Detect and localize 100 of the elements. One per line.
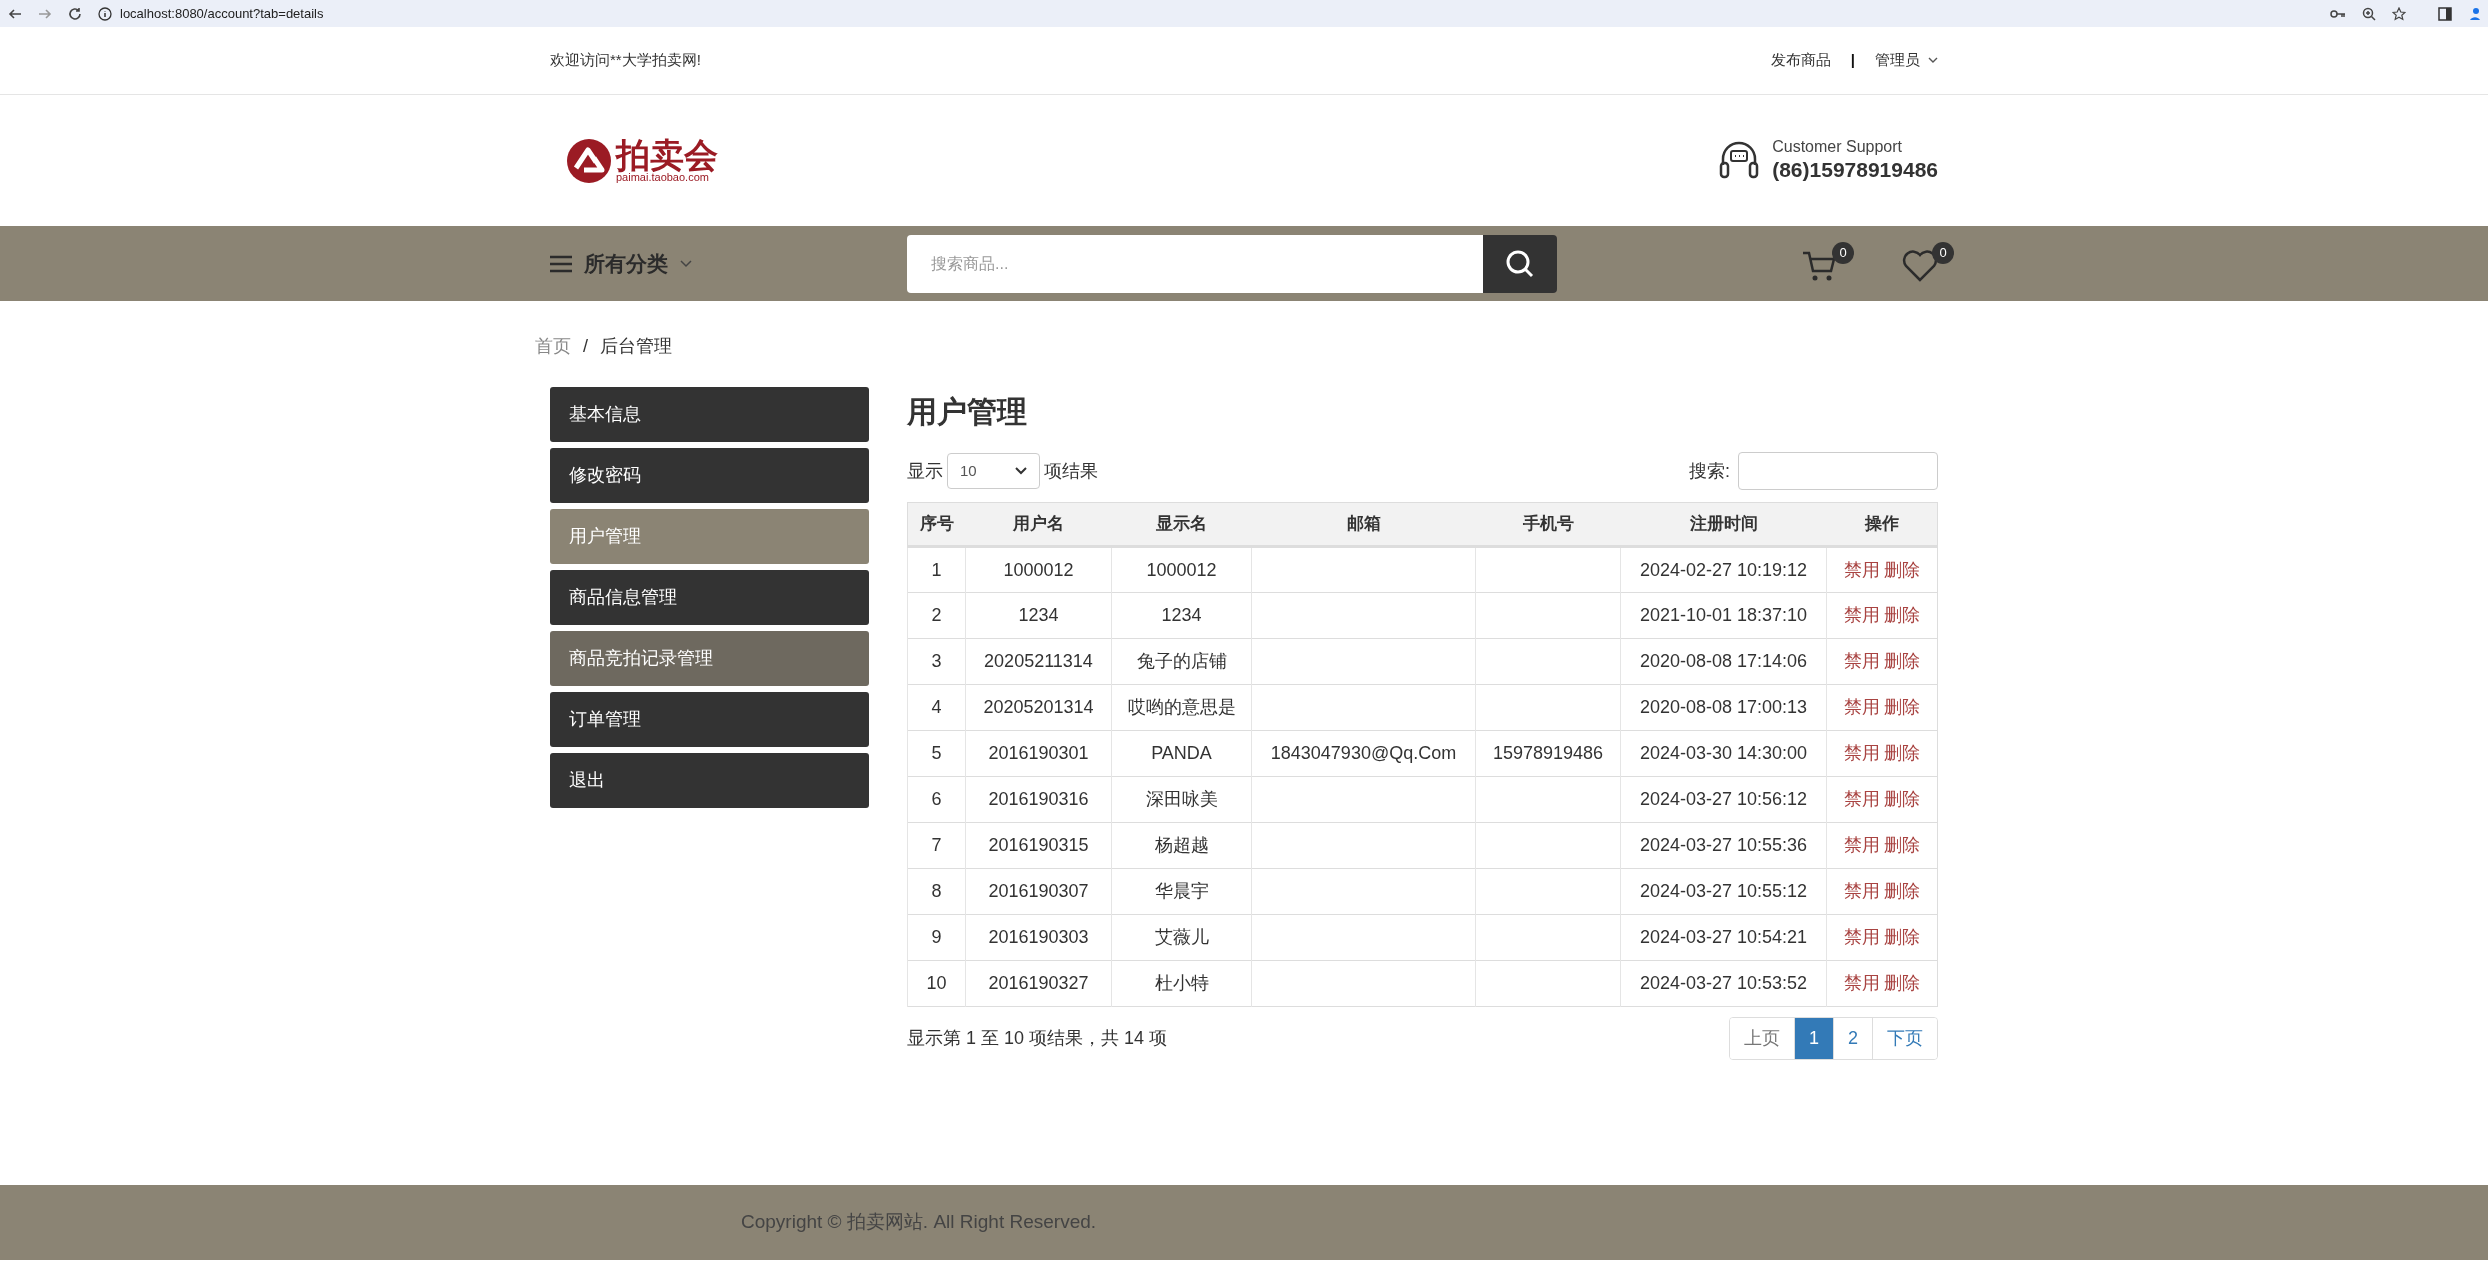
chevron-down-icon [1928,57,1938,64]
menu-icon [550,254,572,273]
action-link[interactable]: 禁用 [1844,743,1880,763]
action-link[interactable]: 禁用 [1844,835,1880,855]
table-cell: 2021-10-01 18:37:10 [1639,605,1808,625]
support-phone: (86)15978919486 [1772,157,1938,184]
profile-icon[interactable] [2468,5,2480,22]
table-cell: 2020-08-08 17:00:13 [1639,697,1808,717]
action-link[interactable]: 删除 [1884,559,1920,580]
wishlist-button[interactable]: 0 [1902,241,1954,286]
action-link[interactable]: 禁用 [1844,927,1880,947]
pagination-button[interactable]: 下页 [1872,1018,1937,1059]
table-info-text: 显示第 1 至 10 项结果，共 14 项 [907,1027,1168,1050]
sidebar-item[interactable]: 基本信息 [550,387,869,442]
table-cell: 1000012 [1146,559,1217,580]
sidebar-item[interactable]: 退出 [550,753,869,808]
table-cell: 2016190307 [988,881,1089,901]
sidebar-item[interactable]: 商品信息管理 [550,570,869,625]
key-icon[interactable] [2330,7,2346,20]
back-icon[interactable] [8,6,22,21]
table-cell: 9 [931,927,942,947]
table-cell: 华晨宇 [1154,881,1209,901]
action-link[interactable]: 删除 [1884,835,1920,855]
table-cell: 2016190327 [988,973,1089,993]
table-cell: 4 [931,697,942,717]
page-size-select[interactable]: 10 [947,453,1040,489]
action-link[interactable]: 删除 [1884,973,1920,993]
side-panel-icon[interactable] [2438,6,2452,21]
zoom-icon[interactable] [2362,6,2376,21]
action-link[interactable]: 禁用 [1844,789,1880,809]
table-cell: 10 [926,973,947,993]
table-cell: PANDA [1151,743,1212,763]
cart-button[interactable]: 0 [1802,241,1854,286]
table-cell: 2016190316 [988,789,1089,809]
action-link[interactable]: 删除 [1884,789,1920,809]
breadcrumb-current[interactable]: 后台管理 [600,333,672,360]
reload-icon[interactable] [68,6,82,21]
breadcrumb-separator: / [582,335,589,358]
action-link[interactable]: 删除 [1884,651,1920,671]
action-link[interactable]: 删除 [1884,605,1920,625]
account-menu[interactable]: 管理员 [1875,49,1938,72]
action-link[interactable]: 禁用 [1844,697,1880,717]
action-link[interactable]: 禁用 [1844,881,1880,901]
action-link[interactable]: 禁用 [1844,559,1880,580]
table-cell: 兔子的店铺 [1136,651,1227,671]
breadcrumb-link[interactable]: 首页 [535,333,571,360]
info-icon [98,6,112,21]
table-cell: 2024-03-27 10:55:36 [1639,835,1808,855]
nav-link[interactable]: 发布商品 [1770,49,1831,72]
sidebar-item[interactable]: 用户管理 [550,509,869,564]
table-cell: 2024-03-30 14:30:00 [1639,743,1808,763]
action-link[interactable]: 删除 [1884,927,1920,947]
table-cell: 深田咏美 [1145,789,1218,809]
table-cell: 5 [931,743,942,763]
table-search-field[interactable] [1738,452,1938,490]
table-cell: 6 [931,789,942,809]
table-cell: 7 [931,835,942,855]
copyright-text: Copyright © 拍卖网站. All Right Reserved. [741,1210,1097,1235]
sidebar-item[interactable]: 商品竞拍记录管理 [550,631,869,686]
column-header: 显示名 [1111,502,1252,547]
separator-text: | [1850,50,1855,71]
table-cell: 艾薇儿 [1154,927,1209,947]
categories-menu[interactable]: 所有分类 [550,247,907,280]
search-field[interactable]: 搜索商品... [907,234,1483,293]
table-cell: 2024-02-27 10:19:12 [1639,559,1808,580]
table-cell: 2024-03-27 10:53:52 [1639,973,1808,993]
wishlist-count-badge: 0 [1932,241,1954,264]
table-cell: 2024-03-27 10:55:12 [1639,881,1808,901]
table-cell: 1000012 [1003,559,1074,580]
action-link[interactable]: 删除 [1884,881,1920,901]
action-link[interactable]: 删除 [1884,743,1920,763]
action-link[interactable]: 禁用 [1844,651,1880,671]
sidebar-item[interactable]: 订单管理 [550,692,869,747]
url-text: localhost:8080/account?tab=details [120,4,324,23]
action-link[interactable]: 删除 [1884,697,1920,717]
action-link[interactable]: 禁用 [1844,973,1880,993]
site-logo[interactable]: 拍卖会 paimai.taobao.com [566,137,718,184]
column-header: 用户名 [965,502,1112,547]
table-cell: 20205201314 [983,697,1094,717]
column-header: 注册时间 [1620,502,1827,547]
table-cell: 2 [931,605,942,625]
table-cell: 杨超越 [1154,835,1209,855]
table-cell: 20205211314 [984,651,1093,671]
star-icon[interactable] [2392,6,2406,21]
table-cell: 杜小特 [1154,973,1209,993]
chevron-down-icon [1015,467,1027,475]
action-link[interactable]: 禁用 [1844,605,1880,625]
table-cell: 8 [931,881,942,901]
table-cell: 2024-03-27 10:54:21 [1639,927,1808,947]
table-cell: 2016190301 [988,743,1089,763]
pagination-button[interactable]: 1 [1793,1018,1833,1059]
search-button[interactable] [1483,234,1557,293]
table-cell: 2016190303 [988,927,1089,947]
heart-icon [1902,249,1938,282]
table-cell: 2024-03-27 10:56:12 [1639,789,1808,809]
column-header: 邮箱 [1251,502,1476,547]
sidebar-item[interactable]: 修改密码 [550,448,869,503]
table-cell: 3 [931,651,942,671]
column-header: 手机号 [1475,502,1621,547]
table-cell: 2020-08-08 17:14:06 [1639,651,1808,671]
